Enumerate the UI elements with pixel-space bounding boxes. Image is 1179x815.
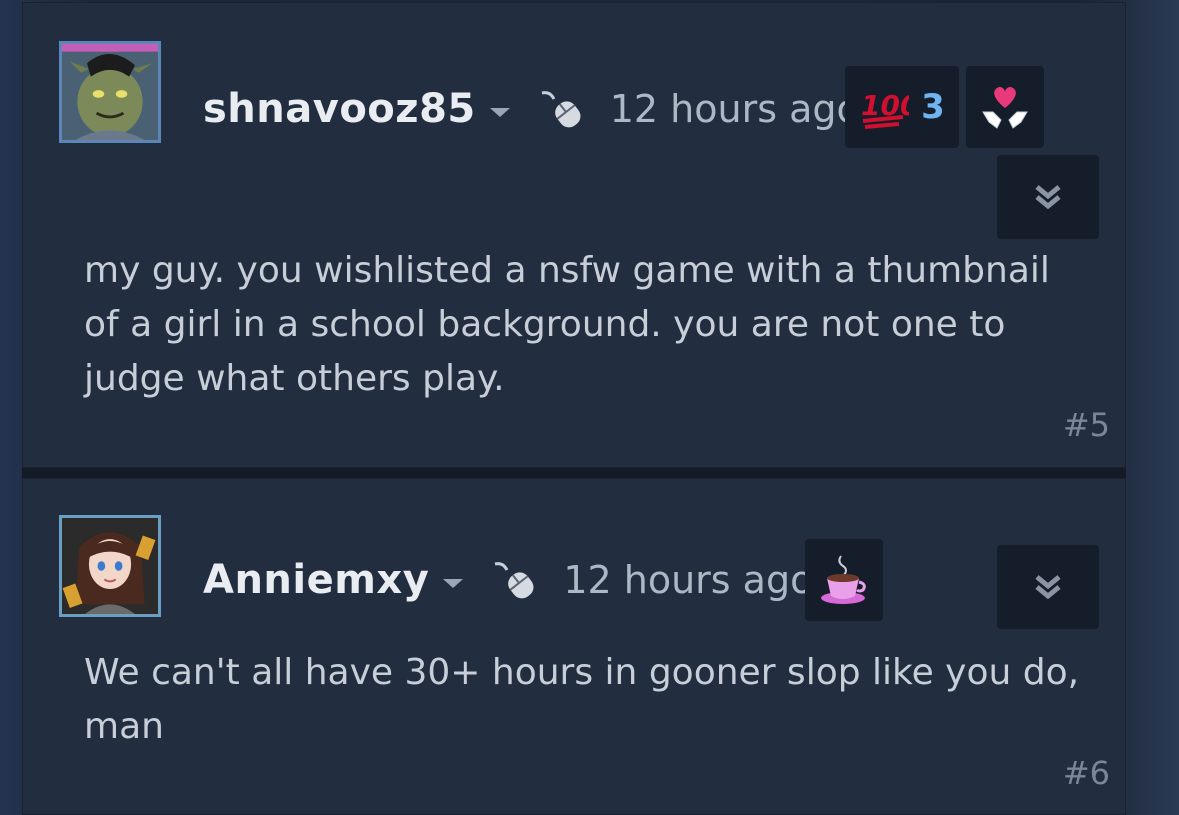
goblin-avatar-image xyxy=(62,44,158,140)
anime-girl-avatar-image xyxy=(62,518,158,614)
double-chevron-down-icon xyxy=(1035,575,1061,600)
comment-divider xyxy=(22,468,1126,478)
comment-body: my guy. you wishlisted a nsfw game with … xyxy=(84,250,1050,399)
comment-body: We can't all have 30+ hours in gooner sl… xyxy=(84,652,1080,747)
award-coffee[interactable] xyxy=(805,539,883,621)
mouse-icon xyxy=(494,562,534,599)
comment-card: shnavooz85 12 hours ago 100 3 xyxy=(22,2,1126,468)
timestamp: 12 hours ago xyxy=(609,87,860,131)
post-number[interactable]: #6 xyxy=(1063,754,1110,792)
double-chevron-down-icon xyxy=(1035,185,1061,210)
comment-header: Anniemxy 12 hours ago xyxy=(203,555,813,605)
comment-header: shnavooz85 12 hours ago xyxy=(203,84,860,134)
avatar[interactable] xyxy=(59,515,161,617)
avatar[interactable] xyxy=(59,41,161,143)
chevron-down-icon[interactable] xyxy=(489,107,510,117)
award-heart-hands[interactable] xyxy=(966,66,1044,148)
award-hundred[interactable]: 100 3 xyxy=(845,66,959,148)
hundred-points-icon: 100 xyxy=(861,89,909,129)
mouse-icon xyxy=(541,91,581,128)
comment-thread: shnavooz85 12 hours ago 100 3 xyxy=(0,0,1179,815)
award-count: 3 xyxy=(921,87,945,127)
coffee-cup-icon xyxy=(821,555,866,604)
expand-button[interactable] xyxy=(997,545,1099,629)
username[interactable]: shnavooz85 xyxy=(203,86,476,132)
chevron-down-icon[interactable] xyxy=(443,578,464,588)
heart-hands-icon xyxy=(982,86,1028,129)
post-number[interactable]: #5 xyxy=(1063,406,1110,444)
comment-card: Anniemxy 12 hours ago We can't all have … xyxy=(22,478,1126,815)
username[interactable]: Anniemxy xyxy=(203,557,429,603)
expand-button[interactable] xyxy=(997,155,1099,239)
timestamp: 12 hours ago xyxy=(563,558,814,602)
